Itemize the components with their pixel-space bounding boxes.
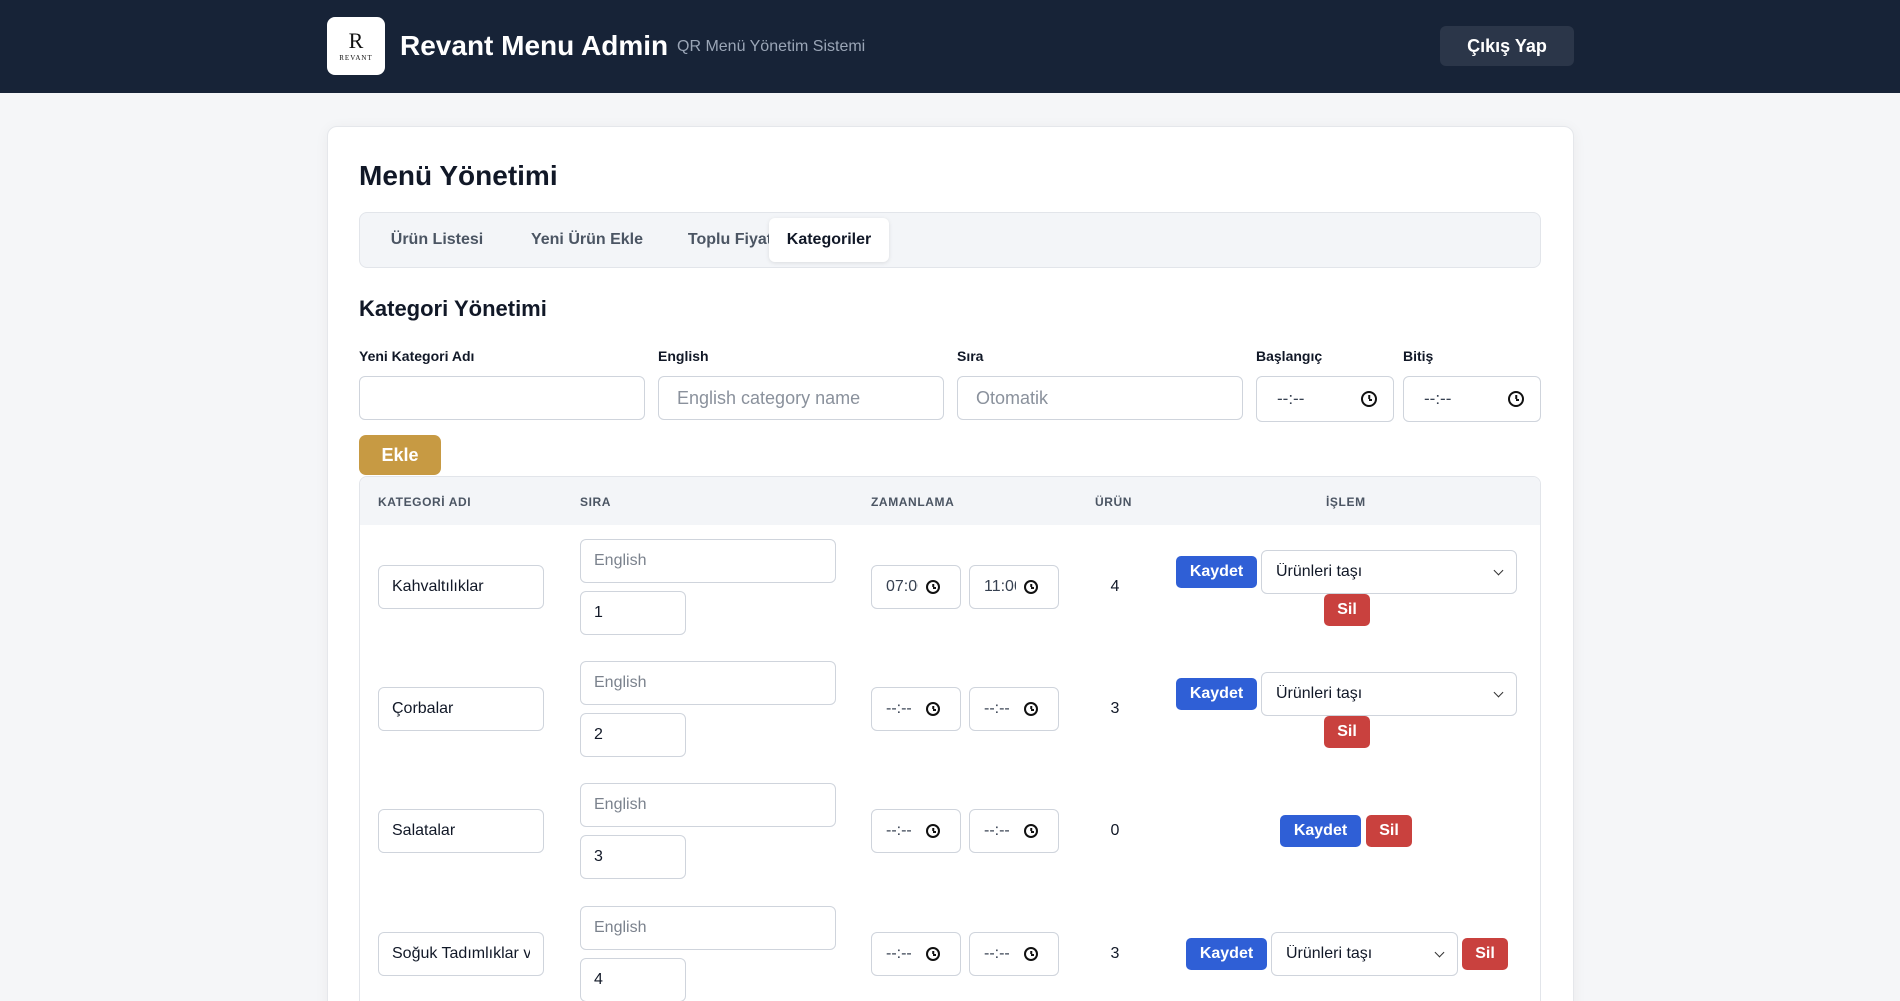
category-end-time[interactable]: 11:00 <box>969 565 1059 609</box>
delete-button[interactable]: Sil <box>1324 716 1370 748</box>
category-name-input[interactable] <box>378 687 544 731</box>
new-category-order-input[interactable] <box>957 376 1243 420</box>
brand-logo: R REVANT <box>327 17 385 75</box>
product-count: 3 <box>1110 945 1120 962</box>
col-name-header: KATEGORİ ADI <box>378 495 472 509</box>
chevron-down-icon <box>1434 947 1445 957</box>
col-schedule-header: ZAMANLAMA <box>871 495 955 509</box>
new-category-start-time[interactable]: --:-- <box>1256 376 1394 422</box>
move-products-value: Ürünleri taşı <box>1276 563 1363 580</box>
clock-icon <box>1024 947 1038 961</box>
app-title: Revant Menu Admin <box>400 30 669 61</box>
move-products-value: Ürünleri taşı <box>1286 945 1373 962</box>
order-label: Sıra <box>957 348 984 364</box>
delete-button[interactable]: Sil <box>1366 815 1412 847</box>
end-label: Bitiş <box>1403 348 1434 364</box>
col-actions-header: İŞLEM <box>1326 495 1366 509</box>
save-button[interactable]: Kaydet <box>1176 678 1257 710</box>
category-english-input[interactable] <box>580 539 836 583</box>
move-products-value: Ürünleri taşı <box>1276 685 1363 702</box>
start-time-value: --:-- <box>886 945 912 962</box>
category-name-input[interactable] <box>378 565 544 609</box>
category-end-time[interactable]: --:-- <box>969 687 1059 731</box>
clock-icon <box>1361 391 1377 407</box>
category-order-input[interactable] <box>580 958 686 1001</box>
delete-button[interactable]: Sil <box>1324 594 1370 626</box>
delete-button[interactable]: Sil <box>1462 938 1508 970</box>
category-start-time[interactable]: --:-- <box>871 932 961 976</box>
tab-categories[interactable]: Kategoriler <box>769 218 889 262</box>
start-label: Başlangıç <box>1256 348 1323 364</box>
tab-bar: Ürün Listesi Yeni Ürün Ekle Toplu Fiyat … <box>359 212 1541 268</box>
category-english-input[interactable] <box>580 661 836 705</box>
top-bar: R REVANT Revant Menu Admin QR Menü Yönet… <box>0 0 1900 93</box>
category-start-time[interactable]: 07:00 <box>871 565 961 609</box>
name-label: Yeni Kategori Adı <box>359 348 475 364</box>
save-button[interactable]: Kaydet <box>1176 556 1257 588</box>
new-category-english-input[interactable] <box>658 376 944 420</box>
tab-new-product[interactable]: Yeni Ürün Ekle <box>510 218 664 262</box>
product-count: 3 <box>1110 700 1120 717</box>
clock-icon <box>926 702 940 716</box>
product-count: 4 <box>1110 578 1120 595</box>
end-time-value: --:-- <box>984 945 1010 962</box>
clock-icon <box>1024 702 1038 716</box>
save-button[interactable]: Kaydet <box>1186 938 1267 970</box>
clock-icon <box>926 824 940 838</box>
english-label: English <box>658 348 709 364</box>
section-title: Kategori Yönetimi <box>359 296 547 321</box>
category-order-input[interactable] <box>580 713 686 757</box>
start-time-value: --:-- <box>1277 389 1305 408</box>
category-name-input[interactable] <box>378 932 544 976</box>
category-order-input[interactable] <box>580 835 686 879</box>
logo-word: REVANT <box>339 54 373 62</box>
col-products-header: ÜRÜN <box>1095 495 1133 509</box>
logout-button[interactable]: Çıkış Yap <box>1440 26 1574 66</box>
clock-icon <box>926 580 940 594</box>
app-subtitle: QR Menü Yönetim Sistemi <box>677 38 866 55</box>
move-products-select[interactable]: Ürünleri taşı <box>1261 672 1517 716</box>
product-count: 0 <box>1110 822 1120 839</box>
end-time-value: --:-- <box>1424 389 1452 408</box>
chevron-down-icon <box>1493 565 1504 575</box>
end-time-value: --:-- <box>984 700 1010 717</box>
end-time-value: --:-- <box>984 822 1010 839</box>
category-english-input[interactable] <box>580 783 836 827</box>
save-button[interactable]: Kaydet <box>1280 815 1361 847</box>
end-time-value: 11:00 <box>984 578 1016 595</box>
start-time-value: --:-- <box>886 700 912 717</box>
category-end-time[interactable]: --:-- <box>969 809 1059 853</box>
tab-product-list[interactable]: Ürün Listesi <box>370 218 504 262</box>
col-order-header: SIRA <box>580 495 612 509</box>
category-end-time[interactable]: --:-- <box>969 932 1059 976</box>
start-time-value: --:-- <box>886 822 912 839</box>
move-products-select[interactable]: Ürünleri taşı <box>1271 932 1458 976</box>
clock-icon <box>926 947 940 961</box>
new-category-end-time[interactable]: --:-- <box>1403 376 1541 422</box>
clock-icon <box>1024 824 1038 838</box>
table-header: KATEGORİ ADI SIRA ZAMANLAMA ÜRÜN İŞLEM <box>360 477 1540 525</box>
move-products-select[interactable]: Ürünleri taşı <box>1261 550 1517 594</box>
category-start-time[interactable]: --:-- <box>871 809 961 853</box>
clock-icon <box>1024 580 1038 594</box>
category-english-input[interactable] <box>580 906 836 950</box>
new-category-name-input[interactable] <box>359 376 645 420</box>
category-order-input[interactable] <box>580 591 686 635</box>
clock-icon <box>1508 391 1524 407</box>
category-start-time[interactable]: --:-- <box>871 687 961 731</box>
page-title: Menü Yönetimi <box>359 160 558 191</box>
category-name-input[interactable] <box>378 809 544 853</box>
start-time-value: 07:00 <box>886 578 918 595</box>
chevron-down-icon <box>1493 687 1504 697</box>
add-category-button[interactable]: Ekle <box>359 435 441 475</box>
logo-monogram: R <box>348 28 364 53</box>
categories-table: KATEGORİ ADI SIRA ZAMANLAMA ÜRÜN İŞLEM 0… <box>359 476 1541 1001</box>
